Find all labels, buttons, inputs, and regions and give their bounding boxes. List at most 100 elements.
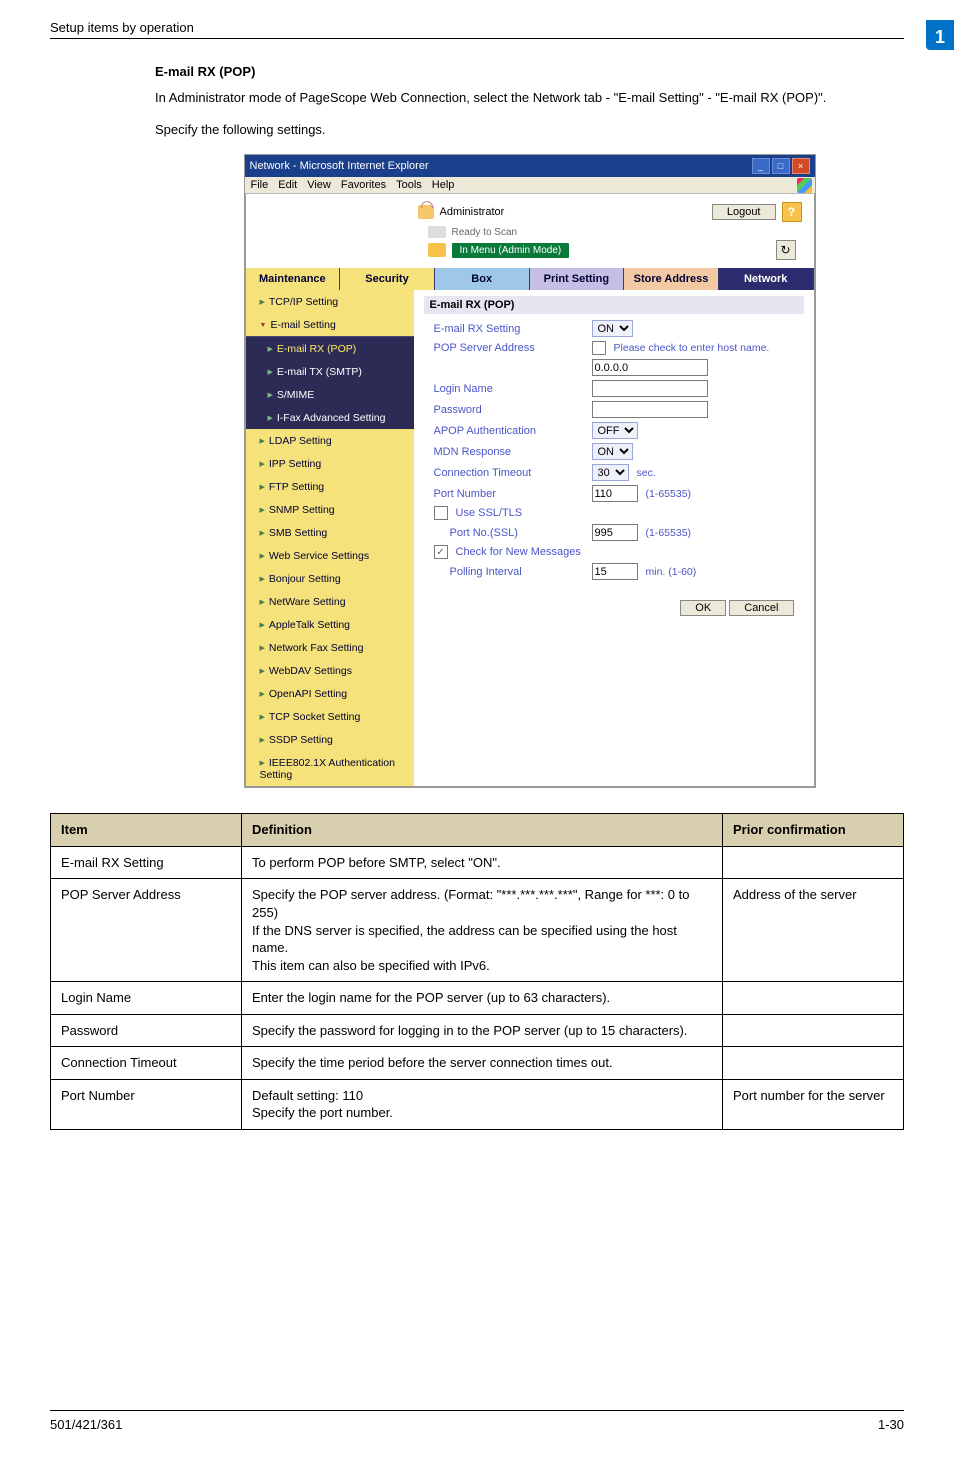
port-range: (1-65535) xyxy=(646,488,692,500)
sidebar-item-ipp[interactable]: IPP Setting xyxy=(246,452,414,475)
ok-button[interactable]: OK xyxy=(680,600,726,616)
sidebar-item-smime[interactable]: S/MIME xyxy=(246,383,414,406)
menu-view[interactable]: View xyxy=(307,179,331,191)
sidebar-item-openapi[interactable]: OpenAPI Setting xyxy=(246,682,414,705)
conn-unit: sec. xyxy=(637,467,656,479)
app-window: Network - Microsoft Internet Explorer _ … xyxy=(244,154,816,788)
mdn-label: MDN Response xyxy=(434,446,584,458)
apop-select[interactable]: OFF xyxy=(592,422,638,439)
port-input[interactable] xyxy=(592,485,638,502)
admin-icon xyxy=(418,205,434,219)
cell-prior xyxy=(723,982,904,1015)
close-icon[interactable]: × xyxy=(792,158,810,174)
table-row: POP Server AddressSpecify the POP server… xyxy=(51,879,904,982)
cell-item: Connection Timeout xyxy=(51,1047,242,1080)
mdn-select[interactable]: ON xyxy=(592,443,633,460)
sidebar-item-web[interactable]: Web Service Settings xyxy=(246,544,414,567)
sslport-label: Port No.(SSL) xyxy=(450,527,584,539)
admin-label: Administrator xyxy=(440,206,505,218)
checknew-checkbox[interactable]: ✓ xyxy=(434,545,448,559)
sidebar-item-bonjour[interactable]: Bonjour Setting xyxy=(246,567,414,590)
conn-select[interactable]: 30 xyxy=(592,464,629,481)
minimize-icon[interactable]: _ xyxy=(752,158,770,174)
sidebar-item-ifax[interactable]: I-Fax Advanced Setting xyxy=(246,406,414,429)
menu-favorites[interactable]: Favorites xyxy=(341,179,386,191)
sidebar-item-webdav[interactable]: WebDAV Settings xyxy=(246,659,414,682)
cell-def: To perform POP before SMTP, select "ON". xyxy=(242,846,723,879)
table-row: E-mail RX SettingTo perform POP before S… xyxy=(51,846,904,879)
page-title: E-mail RX (POP) xyxy=(155,64,904,79)
cell-item: E-mail RX Setting xyxy=(51,846,242,879)
menu-edit[interactable]: Edit xyxy=(278,179,297,191)
cell-def: Default setting: 110Specify the port num… xyxy=(242,1079,723,1129)
pop-label: POP Server Address xyxy=(434,342,584,354)
cell-prior: Port number for the server xyxy=(723,1079,904,1129)
cell-prior xyxy=(723,1047,904,1080)
table-row: Port NumberDefault setting: 110Specify t… xyxy=(51,1079,904,1129)
status-text: Ready to Scan xyxy=(452,227,518,238)
mode-icon xyxy=(428,243,446,257)
cell-item: Password xyxy=(51,1014,242,1047)
password-input[interactable] xyxy=(592,401,708,418)
footer-right: 1-30 xyxy=(878,1417,904,1432)
ssl-checkbox[interactable] xyxy=(434,506,448,520)
sidebar-item-tcpsock[interactable]: TCP Socket Setting xyxy=(246,705,414,728)
port-label: Port Number xyxy=(434,488,584,500)
refresh-icon[interactable]: ↻ xyxy=(776,240,796,260)
sidebar-item-apple[interactable]: AppleTalk Setting xyxy=(246,613,414,636)
cell-item: Port Number xyxy=(51,1079,242,1129)
login-label: Login Name xyxy=(434,383,584,395)
ssl-label: Use SSL/TLS xyxy=(456,507,523,519)
tab-store[interactable]: Store Address xyxy=(624,268,719,290)
pop-input[interactable] xyxy=(592,359,708,376)
poll-input[interactable] xyxy=(592,563,638,580)
section-badge: 1 xyxy=(926,20,954,50)
checknew-label: Check for New Messages xyxy=(456,546,581,558)
sidebar-item-emailtx[interactable]: E-mail TX (SMTP) xyxy=(246,360,414,383)
sidebar-item-ftp[interactable]: FTP Setting xyxy=(246,475,414,498)
cell-def: Specify the password for logging in to t… xyxy=(242,1014,723,1047)
status-icon xyxy=(428,226,446,238)
sidebar-item-ssdp[interactable]: SSDP Setting xyxy=(246,728,414,751)
sidebar-item-ieee[interactable]: IEEE802.1X Authentication Setting xyxy=(246,751,414,786)
tab-print[interactable]: Print Setting xyxy=(530,268,625,290)
sidebar-item-snmp[interactable]: SNMP Setting xyxy=(246,498,414,521)
cell-def: Specify the POP server address. (Format:… xyxy=(242,879,723,982)
sidebar-item-netfax[interactable]: Network Fax Setting xyxy=(246,636,414,659)
menu-file[interactable]: File xyxy=(251,179,269,191)
sidebar-item-emailrx[interactable]: E-mail RX (POP) xyxy=(246,337,414,360)
tab-security[interactable]: Security xyxy=(340,268,435,290)
cell-item: Login Name xyxy=(51,982,242,1015)
window-title: Network - Microsoft Internet Explorer xyxy=(250,160,429,172)
cancel-button[interactable]: Cancel xyxy=(729,600,793,616)
maximize-icon[interactable]: □ xyxy=(772,158,790,174)
menu-help[interactable]: Help xyxy=(432,179,455,191)
logout-button[interactable]: Logout xyxy=(712,204,776,220)
th-def: Definition xyxy=(242,814,723,847)
breadcrumb: Setup items by operation xyxy=(50,20,194,35)
cell-prior: Address of the server xyxy=(723,879,904,982)
tab-network[interactable]: Network xyxy=(719,268,814,290)
intro-p1: In Administrator mode of PageScope Web C… xyxy=(155,89,904,107)
sidebar-item-tcpip[interactable]: TCP/IP Setting xyxy=(246,290,414,313)
sidebar-item-smb[interactable]: SMB Setting xyxy=(246,521,414,544)
poll-unit: min. (1-60) xyxy=(646,566,697,578)
sslport-range: (1-65535) xyxy=(646,527,692,539)
tab-box[interactable]: Box xyxy=(435,268,530,290)
tab-maintenance[interactable]: Maintenance xyxy=(246,268,341,290)
sidebar-item-ldap[interactable]: LDAP Setting xyxy=(246,429,414,452)
cell-prior xyxy=(723,1014,904,1047)
login-input[interactable] xyxy=(592,380,708,397)
form-title: E-mail RX (POP) xyxy=(424,296,804,314)
hostname-label: Please check to enter host name. xyxy=(614,342,770,354)
help-icon[interactable]: ? xyxy=(782,202,802,222)
sidebar-item-netware[interactable]: NetWare Setting xyxy=(246,590,414,613)
hostname-checkbox[interactable] xyxy=(592,341,606,355)
rx-select[interactable]: ON xyxy=(592,320,633,337)
sidebar-item-email[interactable]: E-mail Setting xyxy=(246,313,414,336)
menu-tools[interactable]: Tools xyxy=(396,179,422,191)
sslport-input[interactable] xyxy=(592,524,638,541)
cell-def: Enter the login name for the POP server … xyxy=(242,982,723,1015)
definition-table: Item Definition Prior confirmation E-mai… xyxy=(50,813,904,1130)
sidebar: TCP/IP Setting E-mail Setting E-mail RX … xyxy=(246,290,414,786)
